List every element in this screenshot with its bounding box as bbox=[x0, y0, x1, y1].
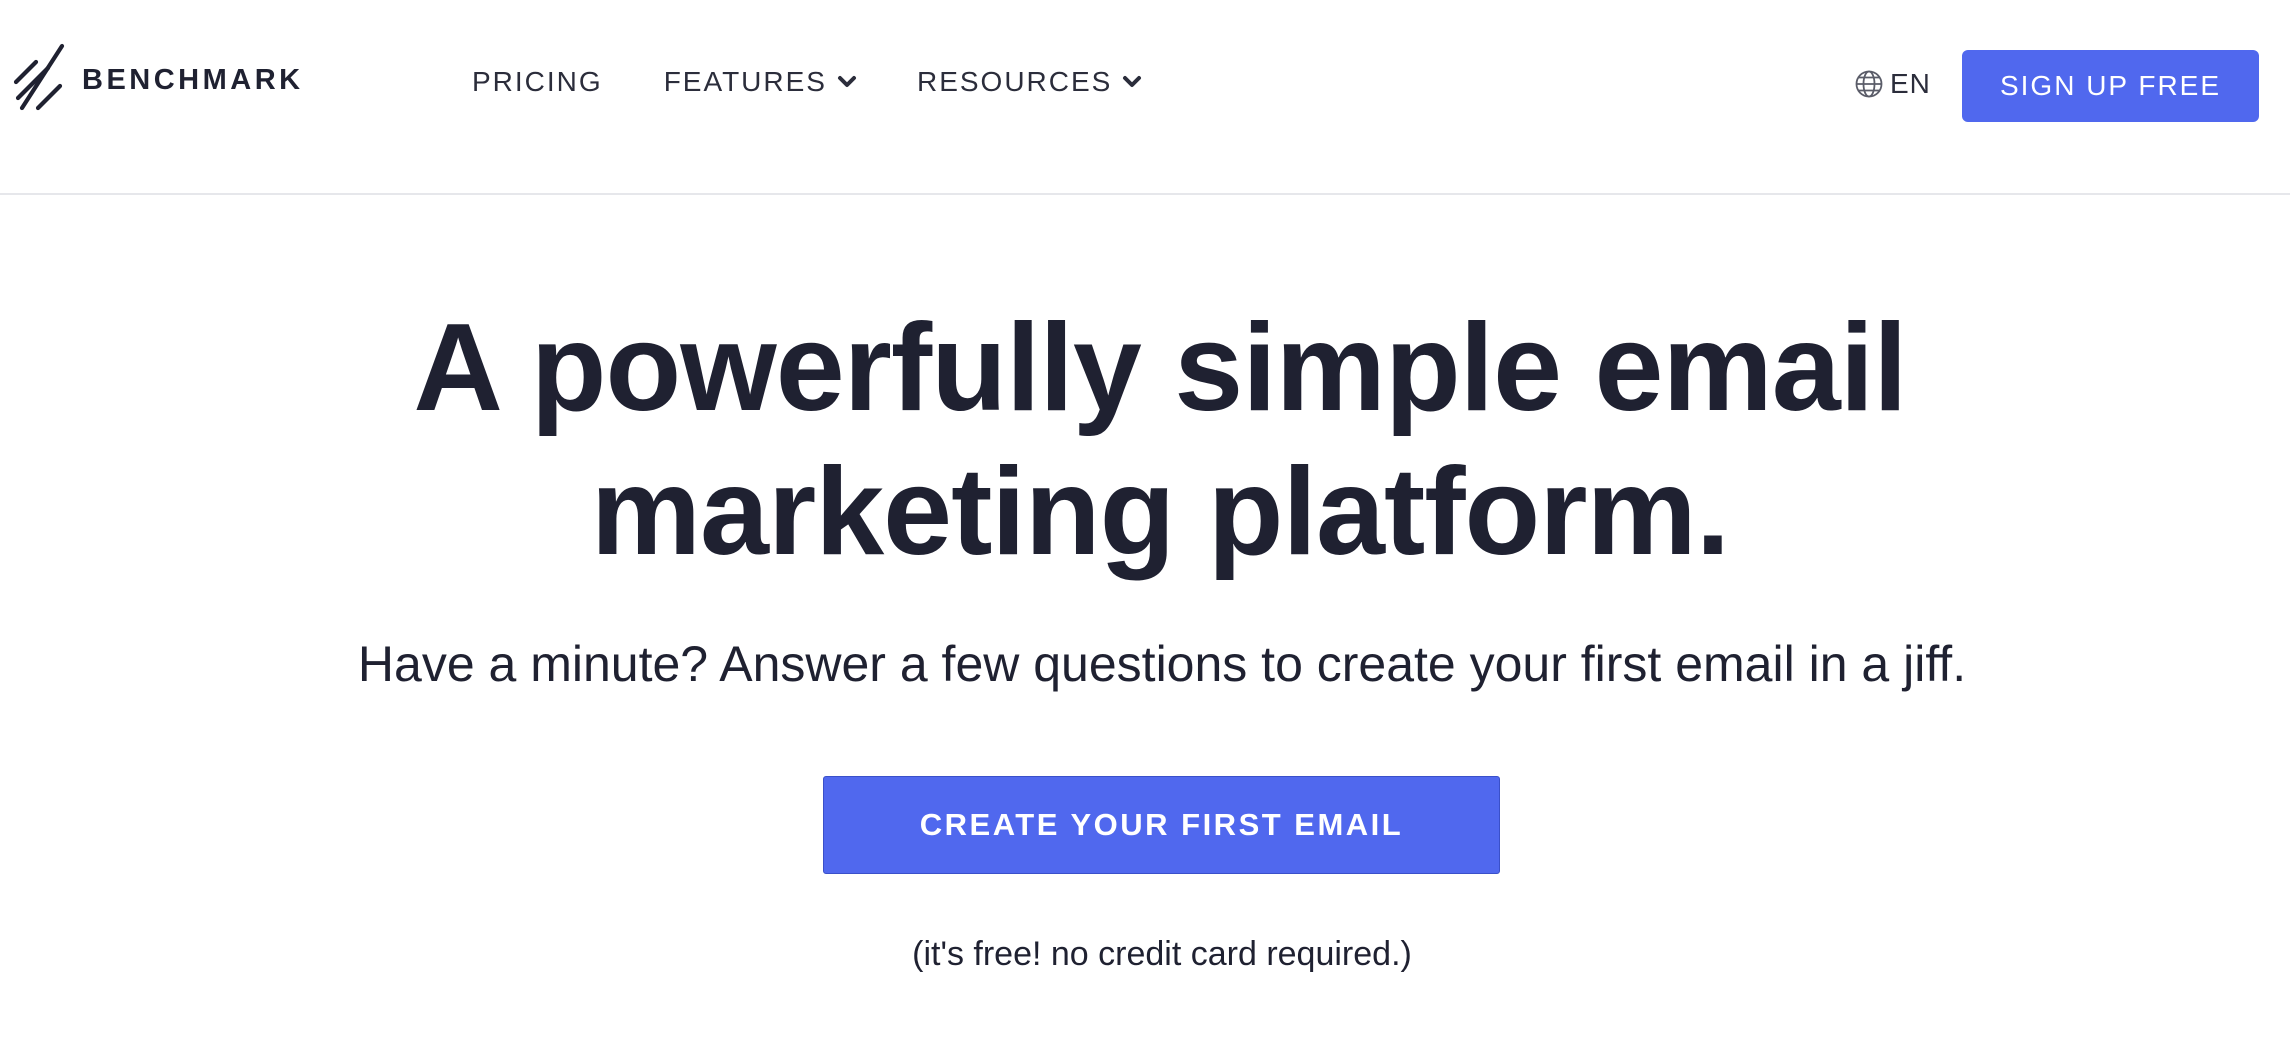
chevron-down-icon bbox=[837, 76, 856, 87]
nav-item-label: RESOURCES bbox=[916, 66, 1113, 97]
hero-title-line-2: marketing platform. bbox=[590, 443, 1731, 581]
brand-name: BENCHMARK bbox=[82, 63, 304, 96]
free-note: (it's free! no credit card required.) bbox=[912, 935, 1412, 973]
globe-icon bbox=[1855, 70, 1883, 98]
benchmark-logo-icon bbox=[13, 43, 65, 111]
nav-item-label: FEATURES bbox=[663, 66, 827, 97]
create-first-email-button[interactable]: CREATE YOUR FIRST EMAIL bbox=[823, 776, 1500, 874]
main-nav: PRICING FEATURES RESOURCES bbox=[472, 62, 1142, 102]
sign-up-free-button[interactable]: SIGN UP FREE bbox=[1962, 50, 2259, 122]
nav-item-features[interactable]: FEATURES bbox=[664, 66, 857, 98]
nav-item-resources[interactable]: RESOURCES bbox=[917, 66, 1142, 98]
hero-subtitle: Have a minute? Answer a few questions to… bbox=[357, 636, 1967, 692]
hero-title: A powerfully simple email marketing plat… bbox=[0, 296, 2290, 584]
hero-title-line-1: A powerfully simple email bbox=[413, 299, 1907, 437]
brand-logo-link[interactable]: BENCHMARK bbox=[12, 42, 304, 118]
chevron-down-icon bbox=[1123, 76, 1142, 87]
nav-item-pricing[interactable]: PRICING bbox=[472, 66, 603, 98]
nav-item-label: PRICING bbox=[472, 66, 603, 97]
language-label: EN bbox=[1890, 68, 1931, 99]
language-selector[interactable]: EN bbox=[1854, 66, 1931, 102]
site-header: BENCHMARK PRICING FEATURES RESOURCES EN … bbox=[0, 0, 2290, 195]
